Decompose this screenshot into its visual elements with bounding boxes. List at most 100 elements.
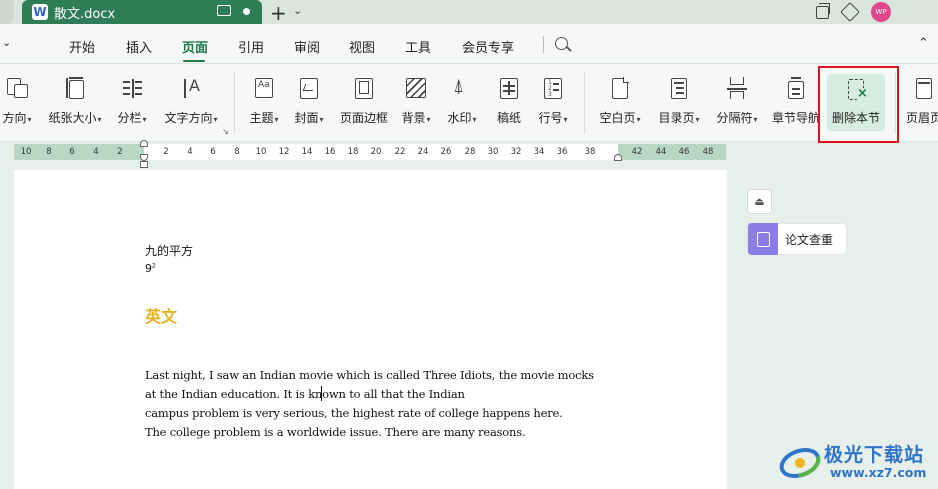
home-tab-stub[interactable] — [0, 0, 14, 24]
menu-view[interactable]: 视图 — [349, 37, 375, 56]
avatar[interactable]: WP — [871, 2, 891, 22]
menu-chevron-down-icon[interactable]: ⌄ — [2, 36, 11, 49]
cover-label: 封面 — [294, 111, 319, 125]
ruler-tick: 38 — [584, 147, 596, 157]
doc-line-nine-square: 九的平方 — [145, 244, 194, 258]
eject-up-icon: ⏏ — [754, 195, 765, 208]
cube-icon[interactable] — [840, 2, 860, 22]
ruler-tick: 20 — [370, 147, 382, 157]
menu-start[interactable]: 开始 — [69, 37, 95, 56]
ruler-tick: 42 — [631, 147, 643, 157]
ruler-tick: 6 — [69, 147, 75, 157]
ruler-tick: 4 — [93, 147, 99, 157]
columns-icon — [120, 76, 144, 102]
first-line-indent-marker[interactable] — [140, 140, 148, 147]
site-watermark: 极光下载站 www.xz7.com — [778, 438, 938, 486]
ruler-tick: 16 — [324, 147, 336, 157]
text-direction-label: 文字方向 — [164, 111, 213, 125]
ruler-tick: 32 — [510, 147, 522, 157]
paragraph-line: at the Indian education. It is known to … — [145, 387, 465, 401]
watermark-url: www.xz7.com — [830, 465, 927, 480]
left-indent-marker[interactable] — [140, 161, 148, 168]
menu-page[interactable]: 页面 — [182, 37, 208, 56]
watermark-icon: ⍋ — [453, 75, 465, 97]
section-nav-icon — [784, 76, 808, 102]
collapse-panel-button[interactable]: ⏏ — [747, 189, 772, 214]
paragraph-line: campus problem is very serious, the high… — [145, 406, 563, 420]
theme-button[interactable]: Aa 主题▾ — [245, 73, 283, 133]
ruler-tick: 44 — [655, 147, 667, 157]
collapse-ribbon-icon[interactable]: ⌃ — [918, 36, 929, 51]
paper-size-label: 纸张大小 — [48, 111, 97, 125]
watermark-title: 极光下载站 — [824, 444, 925, 466]
ruler-tick: 10 — [255, 147, 267, 157]
new-tab-plus-icon[interactable]: + — [270, 1, 287, 25]
menu-reference[interactable]: 引用 — [238, 37, 264, 56]
paragraph-line: Last night, I saw an Indian movie which … — [145, 368, 594, 382]
unsaved-dot-icon[interactable] — [243, 8, 250, 15]
ruler-tick: 14 — [301, 147, 313, 157]
theme-label: 主题 — [249, 111, 274, 125]
blank-page-label: 空白页 — [599, 111, 636, 125]
ruler-tick: 22 — [394, 147, 406, 157]
background-button[interactable]: 背景▾ — [397, 73, 435, 133]
toc-page-label: 目录页 — [658, 111, 695, 125]
ribbon-toolbar: 方向▾ 纸张大小▾ 分栏▾ A 文字方向▾ ↘ Aa 主题▾ 封面▾ 页面边框 … — [0, 64, 938, 142]
document-page[interactable]: 九的平方 92 英文 Last night, I saw an Indian m… — [14, 170, 727, 489]
ruler-tick: 28 — [464, 147, 476, 157]
ruler-tick: 30 — [487, 147, 499, 157]
window-switch-icon[interactable] — [816, 2, 830, 19]
dialog-launcher-icon[interactable]: ↘ — [222, 127, 229, 136]
menu-review[interactable]: 审阅 — [294, 37, 320, 56]
toc-page-button[interactable]: 目录页▾ — [654, 73, 704, 133]
page-border-button[interactable]: 页面边框 — [338, 73, 390, 133]
line-number-button[interactable]: 123 行号▾ — [535, 73, 571, 133]
menu-bar: ⌄ 开始 插入 页面 引用 审阅 视图 工具 会员专享 ⌃ — [0, 24, 938, 64]
text-direction-icon: A — [179, 76, 203, 102]
ruler-tick: 12 — [278, 147, 290, 157]
menu-tools[interactable]: 工具 — [405, 37, 431, 56]
base-number: 9 — [145, 262, 152, 275]
word-doc-icon: W — [32, 4, 48, 20]
page-break-icon — [725, 76, 749, 102]
ribbon-divider — [584, 72, 585, 134]
paper-size-button[interactable]: 纸张大小▾ — [46, 73, 104, 133]
cover-button[interactable]: 封面▾ — [290, 73, 328, 133]
paper-check-button[interactable]: 论文查重 — [747, 223, 847, 255]
title-bar: W 散文.docx + ⌄ WP — [0, 0, 938, 25]
doc-line-nine-squared: 92 — [145, 262, 156, 275]
menu-member[interactable]: 会员专享 — [462, 37, 514, 56]
paper-size-icon — [63, 76, 87, 102]
orientation-label: 方向 — [2, 111, 27, 125]
header-footer-button[interactable]: 页眉页 — [904, 73, 938, 133]
manuscript-paper-button[interactable]: 稿纸 — [492, 73, 526, 133]
background-icon — [404, 76, 428, 102]
document-tab[interactable]: W 散文.docx — [22, 0, 262, 24]
right-indent-marker[interactable] — [614, 154, 622, 161]
blank-page-button[interactable]: 空白页▾ — [596, 73, 644, 133]
paper-check-label: 论文查重 — [785, 232, 834, 247]
screen-icon[interactable] — [217, 5, 231, 16]
text-direction-button[interactable]: A 文字方向▾ — [160, 73, 222, 133]
ruler-tick: 18 — [347, 147, 359, 157]
columns-button[interactable]: 分栏▾ — [114, 73, 150, 133]
search-icon[interactable] — [555, 37, 568, 50]
menu-insert[interactable]: 插入 — [126, 37, 152, 56]
menu-divider — [543, 36, 544, 53]
ruler-tick: 48 — [702, 147, 714, 157]
page-border-icon — [352, 76, 376, 102]
section-nav-button[interactable]: 章节导航 — [770, 73, 822, 133]
paper-check-icon — [748, 223, 778, 255]
orientation-button[interactable]: 方向▾ — [0, 73, 38, 133]
ruler-tick: 8 — [234, 147, 240, 157]
ruler-tick: 26 — [440, 147, 452, 157]
watermark-label: 水印 — [447, 111, 472, 125]
ruler-tick: 8 — [46, 147, 52, 157]
line-number-label: 行号 — [538, 111, 563, 125]
background-label: 背景 — [401, 111, 426, 125]
watermark-button[interactable]: ⍋ 水印▾ — [443, 73, 481, 133]
ruler-tick: 34 — [533, 147, 545, 157]
separator-button[interactable]: 分隔符▾ — [712, 73, 762, 133]
tab-list-chevron-down-icon[interactable]: ⌄ — [293, 4, 302, 17]
theme-icon: Aa — [252, 76, 276, 102]
